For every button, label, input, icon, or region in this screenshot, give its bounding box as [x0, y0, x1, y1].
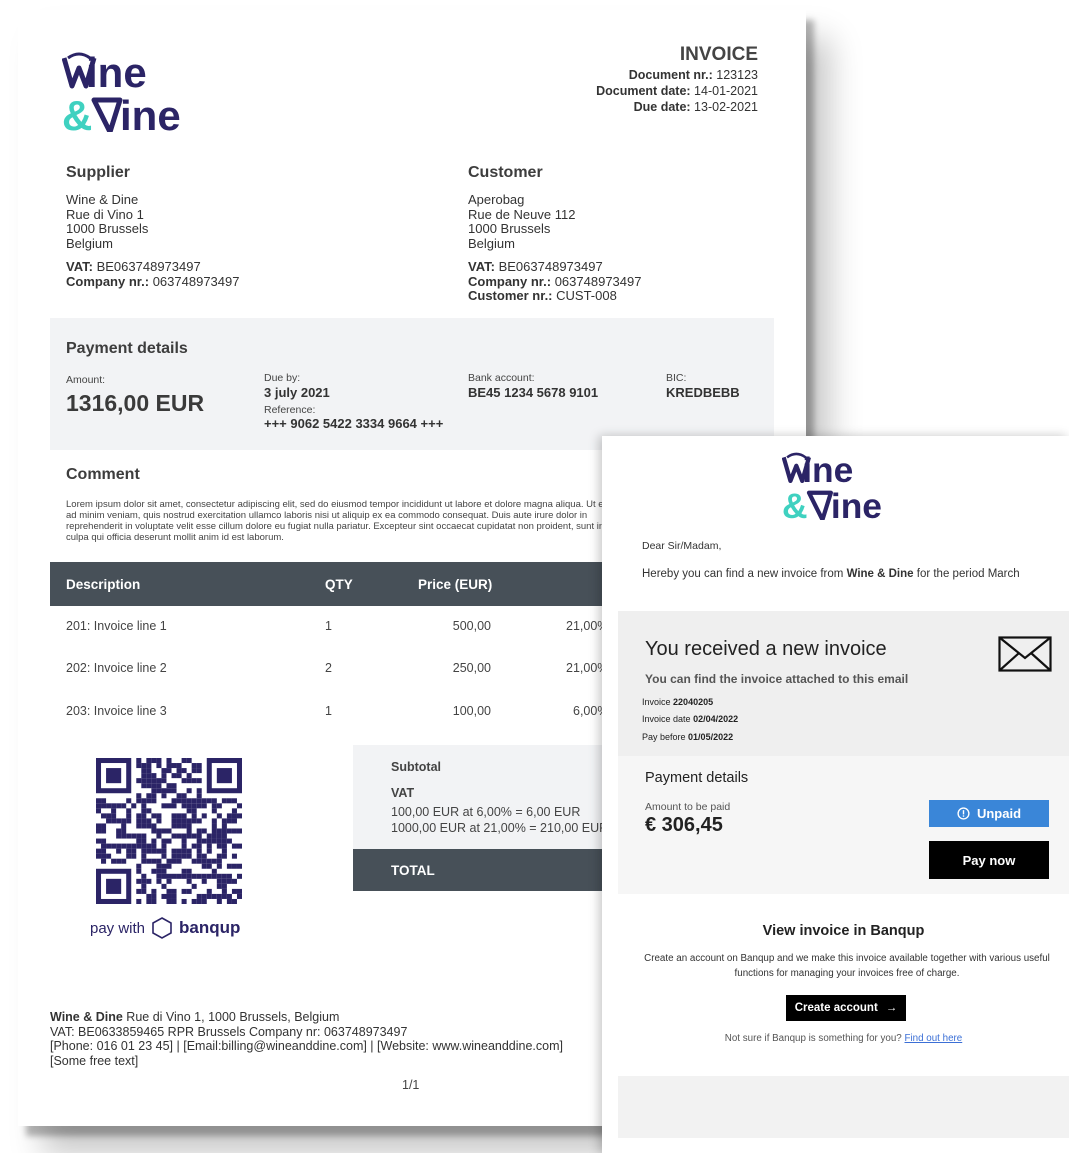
supplier-country: Belgium	[66, 235, 113, 251]
row-price: 250,00	[452, 661, 491, 675]
table-row: 203: Invoice line 3	[66, 704, 167, 718]
footer-line-2: VAT: BE0633859465 RPR Brussels Company n…	[50, 1024, 408, 1039]
col-price: Price (EUR)	[418, 577, 493, 592]
amount-to-pay-label: Amount to be paid	[645, 801, 731, 813]
total-bar: TOTAL	[353, 849, 623, 891]
bic-value: KREDBEBB	[666, 385, 740, 400]
email-payment-heading: Payment details	[645, 770, 749, 786]
customer-heading: Customer	[468, 164, 543, 181]
due-date: Due date: 13-02-2021	[633, 100, 758, 114]
customer-name: Aperobag	[468, 192, 525, 207]
amount-value: 1316,00 EUR	[66, 390, 205, 416]
banqup-hexagon-icon	[152, 917, 172, 939]
col-description: Description	[66, 577, 141, 592]
supplier-heading: Supplier	[66, 164, 131, 181]
customer-city: 1000 Brussels	[468, 221, 551, 236]
unpaid-badge: Unpaid	[929, 800, 1049, 827]
table-row: 201: Invoice line 1	[66, 619, 167, 633]
email-logo: ine & ine	[782, 452, 882, 520]
pay-before: Pay before 01/05/2022	[642, 732, 734, 742]
invoice-title: INVOICE	[679, 44, 758, 65]
email-card: ine & ine Dear Sir/Madam, Hereby you can…	[602, 436, 1069, 1153]
wine-dine-logo: ine & ine	[62, 52, 181, 132]
row-qty: 1	[325, 704, 332, 718]
amount-label: Amount:	[66, 374, 106, 386]
svg-text:&: &	[782, 487, 808, 520]
customer-vat: VAT: BE063748973497	[468, 259, 603, 274]
bank-value: BE45 1234 5678 9101	[468, 385, 599, 400]
envelope-icon	[998, 636, 1052, 672]
vat-line-2: 1000,00 EUR at 21,00% = 210,00 EUR	[391, 821, 609, 835]
pay-with-text: pay with	[90, 919, 146, 937]
row-qty: 2	[325, 661, 332, 675]
invoice-date: Invoice date 02/04/2022	[642, 714, 739, 724]
due-by-label: Due by:	[264, 372, 301, 384]
find-out-link[interactable]: Find out here	[905, 1033, 963, 1044]
qr-code[interactable]	[96, 758, 242, 904]
amount-to-pay-value: € 306,45	[645, 814, 723, 836]
col-qty: QTY	[325, 577, 353, 592]
total-label: TOTAL	[391, 863, 435, 878]
invoice-number: Invoice 22040205	[642, 697, 714, 707]
svg-text:&: &	[62, 92, 92, 132]
arrow-right-icon: →	[885, 1002, 898, 1014]
comment-heading: Comment	[66, 466, 140, 483]
footer-line-4: [Some free text]	[50, 1053, 139, 1068]
supplier-name: Wine & Dine	[66, 192, 139, 207]
payment-details-box: Payment details Amount: 1316,00 EUR Due …	[50, 318, 774, 450]
reference-label: Reference:	[264, 404, 316, 416]
totals-box: Subtotal VAT 100,00 EUR at 6,00% = 6,00 …	[353, 745, 623, 849]
row-price: 100,00	[452, 704, 491, 718]
supplier-block: Supplier Wine & Dine Rue di Vino 1 1000 …	[66, 164, 239, 289]
customer-company: Company nr.: 063748973497	[468, 273, 642, 289]
table-row: 202: Invoice line 2	[66, 661, 167, 675]
received-title: You received a new invoice	[645, 638, 887, 660]
document-date: Document date: 14-01-2021	[596, 84, 758, 98]
info-icon	[957, 807, 970, 820]
reference-value: +++ 9062 5422 3334 9664 +++	[264, 416, 444, 431]
svg-text:ine: ine	[831, 487, 882, 520]
pay-now-button[interactable]: Pay now	[929, 841, 1049, 879]
pay-with-banqup[interactable]: pay with banqup	[90, 916, 240, 940]
invoice-footer: Wine & Dine Rue di Vino 1, 1000 Brussels…	[50, 1010, 563, 1068]
customer-number: Customer nr.: CUST-008	[468, 288, 617, 303]
row-price: 500,00	[452, 619, 491, 633]
view-invoice-heading: View invoice in Banqup	[762, 923, 925, 939]
subtotal-label: Subtotal	[391, 760, 441, 774]
footer-address: Rue di Vino 1, 1000 Brussels, Belgium	[126, 1010, 340, 1024]
banqup-brand: banqup	[179, 918, 241, 937]
email-footer-band	[618, 1076, 1069, 1138]
customer-country: Belgium	[468, 235, 515, 251]
email-greeting: Dear Sir/Madam,	[642, 540, 722, 552]
document-nr: Document nr.: 123123	[628, 68, 758, 82]
vat-line-1: 100,00 EUR at 6,00% = 6,00 EUR	[391, 805, 581, 819]
supplier-street: Rue di Vino 1	[66, 206, 144, 222]
supplier-city: 1000 Brussels	[66, 221, 149, 236]
supplier-vat: VAT: BE063748973497	[66, 259, 201, 274]
comment-text: Lorem ipsum dolor sit amet, consectetur …	[66, 499, 619, 543]
view-invoice-text: Create an account on Banqup and we make …	[644, 953, 1050, 979]
email-intro: Hereby you can find a new invoice from W…	[642, 568, 1020, 580]
attached-text: You can find the invoice attached to thi…	[645, 672, 909, 686]
vat-label: VAT	[391, 786, 415, 800]
customer-block: Customer Aperobag Rue de Neuve 112 1000 …	[468, 164, 641, 304]
bank-label: Bank account:	[468, 372, 535, 384]
footer-line-3: [Phone: 016 01 23 45] | [Email:billing@w…	[50, 1039, 563, 1053]
due-by-value: 3 july 2021	[264, 385, 330, 400]
page-number: 1/1	[402, 1078, 420, 1092]
not-sure-line: Not sure if Banqup is something for you?…	[724, 1033, 963, 1044]
invoice-header: INVOICE Document nr.: 123123 Document da…	[596, 44, 758, 115]
supplier-company: Company nr.: 063748973497	[66, 273, 240, 289]
footer-name: Wine & Dine	[50, 1010, 123, 1024]
payment-heading: Payment details	[66, 340, 188, 357]
table-header: Description QTY Price (EUR)	[50, 562, 640, 606]
row-qty: 1	[325, 619, 332, 633]
create-account-button[interactable]: Create account →	[786, 995, 906, 1021]
svg-text:ine: ine	[120, 92, 181, 132]
customer-street: Rue de Neuve 112	[468, 206, 576, 222]
bic-label: BIC:	[666, 372, 687, 384]
